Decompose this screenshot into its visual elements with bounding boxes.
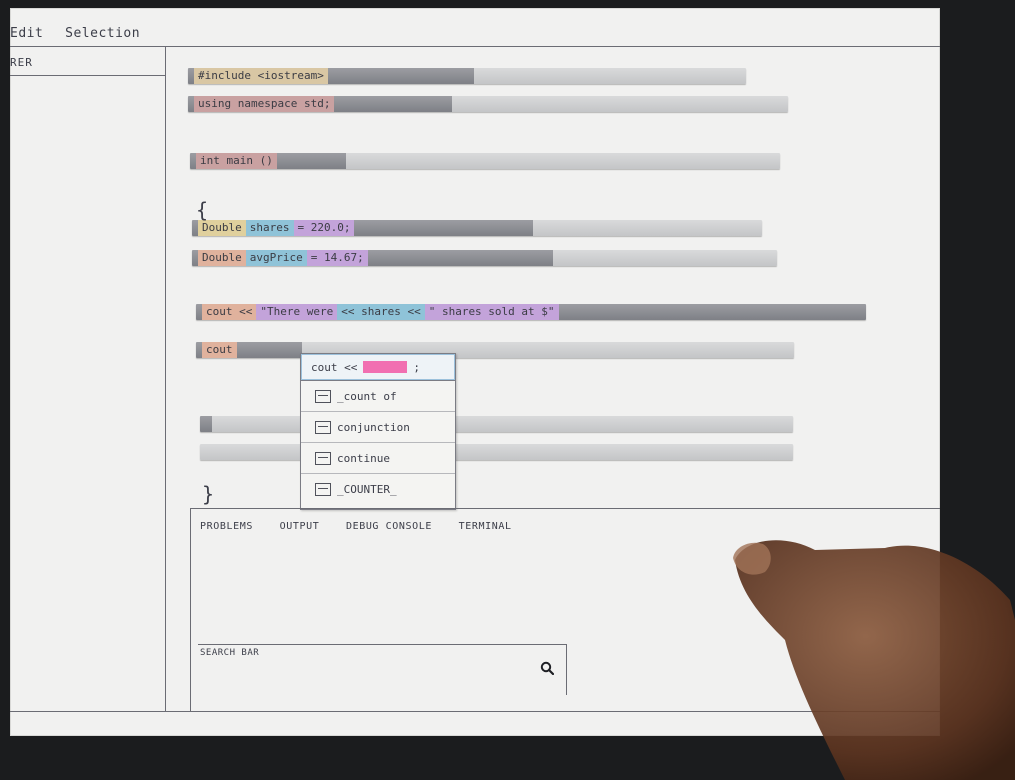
code-line[interactable]: using namespace std; [188, 96, 788, 112]
search-label: SEARCH BAR [200, 648, 260, 658]
code-text: cout [196, 342, 302, 358]
suggestion-label: _count of [337, 389, 397, 403]
typed-suffix: ; [413, 360, 420, 374]
code-token: = 14.67; [306, 250, 368, 266]
blank-code-line [200, 444, 793, 460]
code-line[interactable]: cout << "There were << shares << " shares s… [196, 304, 866, 320]
tab-problems[interactable]: PROBLEMS [200, 521, 253, 532]
autocomplete-popup: cout << ; _count of conjunction continue… [300, 353, 456, 510]
suggestion-item[interactable]: _count of [301, 381, 455, 412]
menu-divider [10, 46, 940, 47]
autocomplete-input-line[interactable]: cout << ; [301, 354, 455, 381]
tab-debug-console[interactable]: DEBUG CONSOLE [346, 521, 432, 532]
editor-panel-divider [190, 508, 940, 509]
field-icon [315, 482, 331, 496]
explorer-divider [10, 75, 165, 76]
code-token: cout [202, 342, 237, 358]
suggestion-label: _COUNTER_ [337, 482, 397, 496]
code-text: Double shares = 220.0; [192, 220, 533, 236]
code-token: << shares << [337, 304, 425, 320]
code-line[interactable]: Double shares = 220.0; [192, 220, 762, 236]
tab-terminal[interactable]: TERMINAL [459, 521, 512, 532]
hand-photo-element [733, 540, 1015, 780]
close-brace: } [202, 482, 215, 506]
code-text: #include <iostream> [188, 68, 474, 84]
suggestion-label: conjunction [337, 420, 410, 434]
code-token: using namespace std; [194, 96, 335, 112]
code-text: Double avgPrice = 14.67; [192, 250, 553, 266]
code-token: Double [198, 250, 246, 266]
blank-code-line [200, 416, 793, 432]
explorer-label: RER [10, 56, 33, 69]
code-token: Double [198, 220, 246, 236]
tab-output[interactable]: OUTPUT [280, 521, 320, 532]
code-token: " shares sold at $" [424, 304, 559, 320]
code-line[interactable]: int main () [190, 153, 780, 169]
suggestion-item[interactable]: continue [301, 443, 455, 474]
field-icon [315, 389, 331, 403]
suggestion-item[interactable]: conjunction [301, 412, 455, 443]
code-token: "There were [256, 304, 338, 320]
code-token: = 220.0; [293, 220, 355, 236]
code-text: cout << "There were << shares << " shares s… [196, 304, 866, 320]
suggestion-label: continue [337, 451, 390, 465]
keyword-icon [315, 451, 331, 465]
code-text: using namespace std; [188, 96, 452, 112]
code-token: shares [245, 220, 294, 236]
code-token: #include <iostream> [194, 68, 328, 84]
open-brace: { [196, 198, 209, 222]
menu-selection[interactable]: Selection [65, 26, 140, 41]
menu-bar: Edit Selection [10, 26, 154, 41]
menu-edit[interactable]: Edit [10, 26, 43, 41]
search-icon[interactable] [540, 661, 554, 675]
code-token: cout << [202, 304, 257, 320]
code-token: avgPrice [245, 250, 307, 266]
code-token: int main () [196, 153, 277, 169]
code-line[interactable]: #include <iostream> [188, 68, 746, 84]
code-line[interactable]: Double avgPrice = 14.67; [192, 250, 777, 266]
code-line[interactable]: cout [196, 342, 794, 358]
panel-left-border [190, 508, 191, 711]
sidebar-border [165, 46, 166, 711]
suggestion-item[interactable]: _COUNTER_ [301, 474, 455, 504]
highlighted-token [363, 361, 408, 373]
panel-tab-bar: PROBLEMS OUTPUT DEBUG CONSOLE TERMINAL [200, 521, 532, 532]
code-text: int main () [190, 153, 346, 169]
typed-prefix: cout << [311, 360, 358, 374]
snippet-icon [315, 420, 331, 434]
